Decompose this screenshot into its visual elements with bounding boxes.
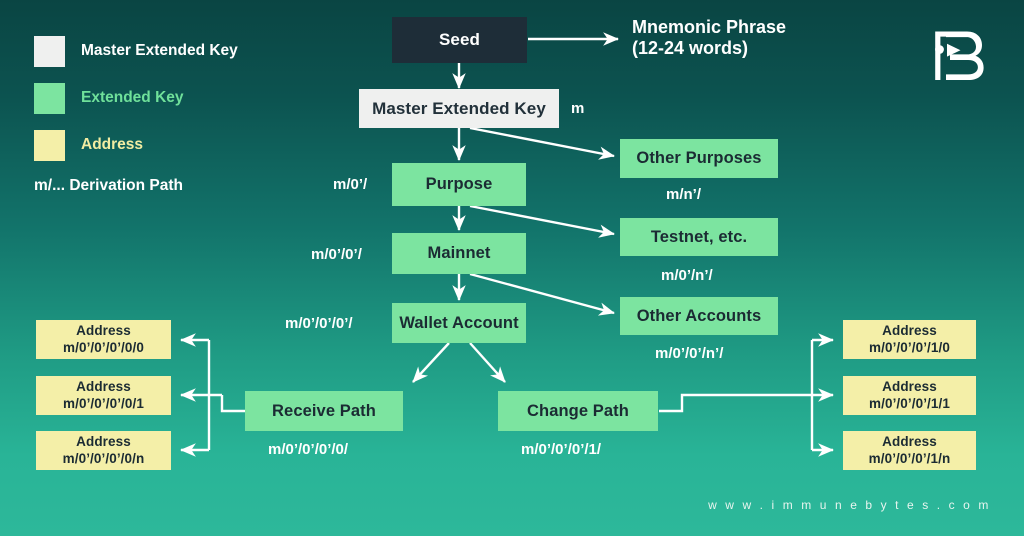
diagram-canvas: Master Extended Key Extended Key Address…	[0, 0, 1024, 536]
immunebytes-ib-logo	[935, 31, 984, 80]
path-label-testnet: m/0’/n’/	[661, 267, 713, 284]
path-label-purpose: m/0’/	[333, 176, 368, 193]
node-receive-address-1[interactable]: Address m/0’/0’/0’/0/1	[36, 376, 171, 415]
legend-item-master-extended-key: Master Extended Key	[34, 35, 238, 67]
path-label-other-accounts: m/0’/0’/n’/	[655, 345, 724, 362]
edge-master-to-other-purposes	[469, 126, 615, 160]
node-other-accounts[interactable]: Other Accounts	[620, 297, 778, 335]
legend-swatch-extended-key	[34, 82, 65, 114]
address-path: m/0’/0’/0’/0/0	[63, 339, 144, 355]
address-title: Address	[882, 434, 937, 450]
node-receive-address-0[interactable]: Address m/0’/0’/0’/0/0	[36, 320, 171, 359]
node-mainnet[interactable]: Mainnet	[392, 233, 526, 274]
edge-wallet-to-change	[469, 342, 506, 383]
node-master-extended-key[interactable]: Master Extended Key	[359, 89, 559, 128]
node-receive-address-2[interactable]: Address m/0’/0’/0’/0/n	[36, 431, 171, 470]
mnemonic-line-2: (12-24 words)	[632, 38, 749, 59]
node-testnet[interactable]: Testnet, etc.	[620, 218, 778, 256]
legend-label-address: Address	[81, 136, 144, 153]
legend-item-address: Address	[34, 129, 238, 161]
address-path: m/0’/0’/0’/1/1	[869, 395, 950, 411]
node-change-address-2[interactable]: Address m/0’/0’/0’/1/n	[843, 431, 976, 470]
footer-website-url: w w w . i m m u n e b y t e s . c o m	[708, 498, 991, 512]
address-title: Address	[76, 323, 131, 339]
node-change-address-1[interactable]: Address m/0’/0’/0’/1/1	[843, 376, 976, 415]
path-label-change-path: m/0’/0’/0’/1/	[521, 441, 602, 458]
node-wallet-account[interactable]: Wallet Account	[392, 303, 526, 343]
node-change-path[interactable]: Change Path	[498, 391, 658, 431]
legend-swatch-master-extended-key	[34, 35, 65, 67]
address-path: m/0’/0’/0’/0/1	[63, 395, 144, 411]
node-seed[interactable]: Seed	[392, 17, 527, 63]
address-title: Address	[76, 379, 131, 395]
node-other-purposes[interactable]: Other Purposes	[620, 139, 778, 178]
label-mnemonic-phrase: Mnemonic Phrase (12-24 words)	[632, 17, 786, 59]
receive-bus	[207, 340, 245, 450]
node-receive-path[interactable]: Receive Path	[245, 391, 403, 431]
address-path: m/0’/0’/0’/1/n	[868, 450, 951, 466]
path-label-wallet-account: m/0’/0’/0’/	[285, 315, 353, 332]
node-change-address-0[interactable]: Address m/0’/0’/0’/1/0	[843, 320, 976, 359]
path-label-other-purposes: m/n’/	[666, 186, 702, 203]
address-title: Address	[76, 434, 131, 450]
path-label-mainnet: m/0’/0’/	[311, 246, 362, 263]
address-path: m/0’/0’/0’/0/n	[62, 450, 145, 466]
path-label-receive-path: m/0’/0’/0’/0/	[268, 441, 349, 458]
path-label-master: m	[571, 100, 585, 117]
legend-derivation-path-note: m/... Derivation Path	[34, 177, 184, 194]
legend-swatch-address	[34, 129, 65, 161]
node-purpose[interactable]: Purpose	[392, 163, 526, 206]
legend-item-extended-key: Extended Key	[34, 82, 238, 114]
legend-label-master-extended-key: Master Extended Key	[81, 42, 238, 59]
edge-purpose-to-testnet	[469, 204, 615, 238]
legend: Master Extended Key Extended Key Address…	[34, 35, 238, 195]
legend-label-extended-key: Extended Key	[81, 89, 184, 106]
edge-wallet-to-receive	[412, 342, 450, 383]
address-title: Address	[882, 379, 937, 395]
address-path: m/0’/0’/0’/1/0	[869, 339, 950, 355]
mnemonic-line-1: Mnemonic Phrase	[632, 17, 787, 37]
address-title: Address	[882, 323, 937, 339]
